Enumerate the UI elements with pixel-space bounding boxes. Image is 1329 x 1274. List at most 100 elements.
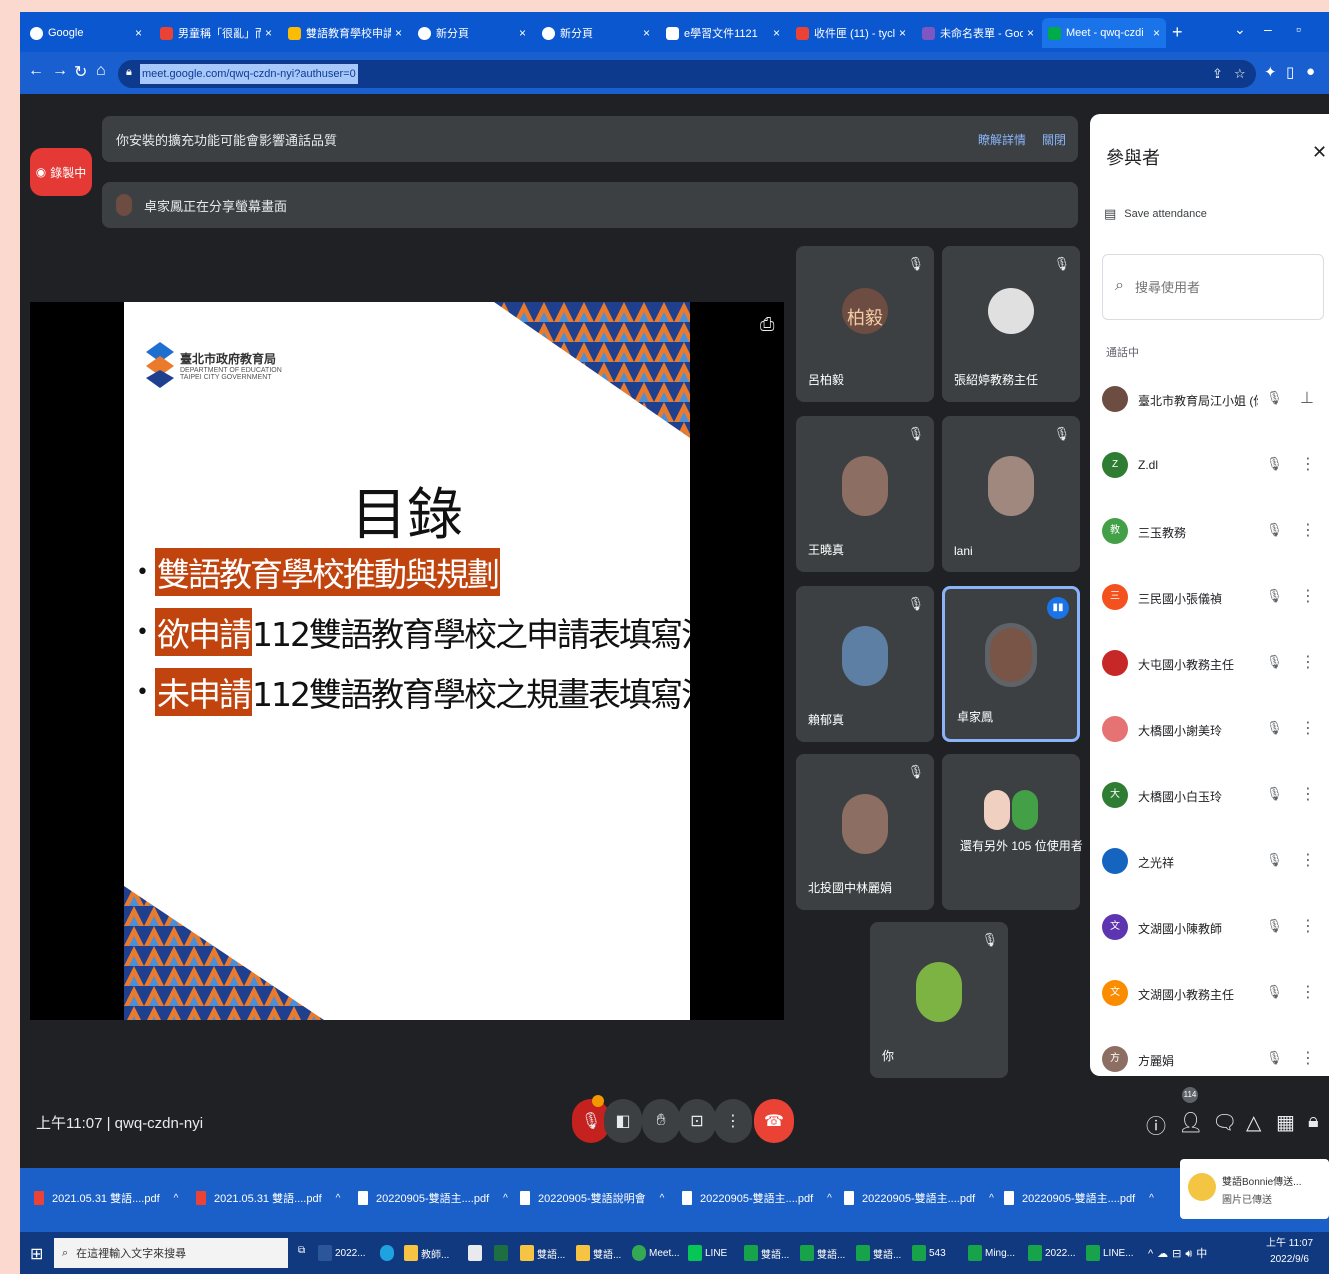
info-icon[interactable]: ⓘ xyxy=(1146,1110,1166,1139)
taskbar-app-b[interactable]: 雙語... xyxy=(800,1245,845,1261)
share-icon[interactable]: ⇪ xyxy=(1212,66,1223,82)
participant-row[interactable]: 大大橋國小白玉玲 🎙︎ ⋮ xyxy=(1090,762,1329,828)
back-icon[interactable]: ← xyxy=(28,62,44,80)
chevron-up-icon[interactable]: ^ xyxy=(174,1193,179,1204)
participant-row[interactable]: Z Z.dl 🎙︎ ⋮ xyxy=(1090,432,1329,498)
self-tile[interactable]: 🎙︎ 你 xyxy=(870,922,1008,1078)
participant-row[interactable]: 方方麗娟 🎙︎ ⋮ xyxy=(1090,1026,1329,1076)
more-vert-icon[interactable]: ⋮ xyxy=(1300,784,1316,804)
more-vert-icon[interactable]: ⋮ xyxy=(1300,850,1316,870)
sidebar-icon[interactable]: ▯ xyxy=(1286,63,1294,81)
new-tab-icon[interactable]: + xyxy=(1172,22,1183,43)
lock-icon[interactable]: 🔒︎ xyxy=(126,66,132,79)
present-button[interactable]: ⊡ xyxy=(678,1099,716,1143)
more-vert-icon[interactable]: ⋮ xyxy=(1300,586,1316,606)
tab-newtab-2[interactable]: 新分頁 × xyxy=(536,18,656,48)
more-options-button[interactable]: ⋮ xyxy=(714,1099,752,1143)
download-item[interactable]: 20220905-雙語主....pdf ^ xyxy=(682,1190,832,1206)
mic-off-icon[interactable]: 🎙︎ xyxy=(1266,984,1283,1000)
close-icon[interactable]: × xyxy=(643,26,650,40)
chat-icon[interactable]: 🗨︎ xyxy=(1212,1110,1237,1135)
chevron-up-icon[interactable]: ^ xyxy=(989,1193,994,1204)
chevron-up-icon[interactable]: ^ xyxy=(1149,1193,1154,1204)
mic-off-icon[interactable]: 🎙︎ xyxy=(1266,588,1283,604)
maximize-icon[interactable]: ▫ xyxy=(1296,21,1301,37)
tab-newtab-1[interactable]: 新分頁 × xyxy=(412,18,532,48)
people-icon[interactable]: 👤︎ xyxy=(1178,1110,1203,1135)
close-icon[interactable]: × xyxy=(773,26,780,40)
more-vert-icon[interactable]: ⋮ xyxy=(1300,454,1316,474)
mic-off-icon[interactable]: 🎙︎ xyxy=(1266,918,1283,934)
profile-avatar[interactable]: ● xyxy=(1306,63,1315,80)
taskbar-app-folder1[interactable]: 雙語... xyxy=(520,1245,565,1261)
taskbar-app-g[interactable]: LINE... xyxy=(1086,1245,1134,1261)
more-vert-icon[interactable]: ⋮ xyxy=(1300,982,1316,1002)
taskbar-app-edge[interactable] xyxy=(380,1245,397,1261)
raise-hand-button[interactable]: ✋︎ xyxy=(642,1099,680,1143)
more-vert-icon[interactable]: ⋮ xyxy=(1300,1048,1316,1068)
participant-row[interactable]: 臺北市教育局江小姐 (你) 🎙︎ ⊥ xyxy=(1090,366,1329,432)
more-vert-icon[interactable]: ⋮ xyxy=(1300,718,1316,738)
search-people-input[interactable] xyxy=(1135,275,1305,299)
participant-row[interactable]: 大屯國小教務主任 🎙︎ ⋮ xyxy=(1090,630,1329,696)
participant-tile[interactable]: 🎙︎ 王曉真 xyxy=(796,416,934,572)
participant-tile[interactable]: 🎙︎ 北投國中林麗娟 xyxy=(796,754,934,910)
more-vert-icon[interactable]: ⋮ xyxy=(1300,520,1316,540)
minimize-icon[interactable]: – xyxy=(1264,21,1272,37)
tab-form[interactable]: 雙語教育學校申請表... × xyxy=(282,18,408,48)
dismiss-link[interactable]: 關閉 xyxy=(1042,131,1066,148)
recording-indicator[interactable]: ◉ 錄製中 xyxy=(30,148,92,196)
taskbar-app-chrome-meet[interactable]: Meet... xyxy=(632,1245,680,1261)
download-item[interactable]: 20220905-雙語說明會 ^ xyxy=(520,1190,664,1206)
mic-off-icon[interactable]: 🎙︎ xyxy=(1266,654,1283,670)
chevron-up-icon[interactable]: ^ xyxy=(336,1193,341,1204)
system-tray[interactable]: ^☁⊟🔊︎中 xyxy=(1148,1245,1211,1261)
close-icon[interactable]: × xyxy=(1027,26,1034,40)
taskbar-app-store[interactable] xyxy=(468,1245,485,1261)
taskbar-search[interactable]: ⌕ 在這裡輸入文字來搜尋 xyxy=(54,1238,288,1268)
mic-off-icon[interactable]: 🎙︎ xyxy=(1266,456,1283,472)
tab-elearning[interactable]: e學習文件1121 × xyxy=(660,18,786,48)
pin-icon[interactable]: ⊥ xyxy=(1300,388,1314,408)
line-notification-popup[interactable]: 雙語Bonnie傳送... 圖片已傳送 xyxy=(1180,1159,1329,1219)
windows-start-icon[interactable]: ⊞ xyxy=(30,1244,43,1264)
tab-inbox[interactable]: 收件匣 (11) - tyclibr × xyxy=(790,18,912,48)
more-participants-tile[interactable]: 還有另外 105 位使用者 xyxy=(942,754,1083,910)
participant-row[interactable]: 大橋國小謝美玲 🎙︎ ⋮ xyxy=(1090,696,1329,762)
download-item[interactable]: 2021.05.31 雙語....pdf ^ xyxy=(196,1190,340,1206)
chevron-up-icon[interactable]: ^ xyxy=(503,1193,508,1204)
taskbar-app-e[interactable]: Ming... xyxy=(968,1245,1015,1261)
more-vert-icon[interactable]: ⋮ xyxy=(1300,916,1316,936)
participant-row[interactable]: 文文湖國小教務主任 🎙︎ ⋮ xyxy=(1090,960,1329,1026)
more-vert-icon[interactable]: ⋮ xyxy=(1300,652,1316,672)
taskbar-app-c[interactable]: 雙語... xyxy=(856,1245,901,1261)
close-icon[interactable]: × xyxy=(265,26,272,40)
participant-row[interactable]: 文文湖國小陳教師 🎙︎ ⋮ xyxy=(1090,894,1329,960)
forward-icon[interactable]: → xyxy=(52,62,68,80)
participant-tile[interactable]: 🎙︎ 張紹婷教務主任 xyxy=(942,246,1080,402)
taskbar-app-word[interactable]: 2022... xyxy=(318,1245,366,1261)
participant-row[interactable]: 之光祥 🎙︎ ⋮ xyxy=(1090,828,1329,894)
presentation-area[interactable]: 臺北市政府教育局 DEPARTMENT OF EDUCATION TAIPEI … xyxy=(30,302,784,1020)
tab-google[interactable]: Google × xyxy=(24,18,148,48)
extension-pin-icon[interactable]: ✦ xyxy=(1264,63,1277,81)
participant-row[interactable]: 三三民國小張儀禎 🎙︎ ⋮ xyxy=(1090,564,1329,630)
omnibox[interactable]: 🔒︎ meet.google.com/qwq-czdn-nyi?authuser… xyxy=(118,60,1256,88)
participant-tile[interactable]: 🎙︎ 賴郁真 xyxy=(796,586,934,742)
close-icon[interactable]: ✕ xyxy=(1312,142,1327,163)
close-icon[interactable]: × xyxy=(135,26,142,40)
close-icon[interactable]: × xyxy=(899,26,906,40)
participant-row[interactable]: 教三玉教務 🎙︎ ⋮ xyxy=(1090,498,1329,564)
save-attendance-button[interactable]: ▤ Save attendance xyxy=(1104,206,1207,222)
mic-off-icon[interactable]: 🎙︎ xyxy=(1266,720,1283,736)
learn-more-link[interactable]: 瞭解詳情 xyxy=(978,131,1026,148)
taskbar-app-files[interactable]: 教師... xyxy=(404,1245,449,1261)
tab-forms[interactable]: 未命名表單 - Google × xyxy=(916,18,1040,48)
bookmark-star-icon[interactable]: ☆ xyxy=(1234,66,1246,82)
url-text[interactable]: meet.google.com/qwq-czdn-nyi?authuser=0 xyxy=(140,64,358,84)
taskbar-app-excel[interactable] xyxy=(494,1245,511,1261)
tab-search-icon[interactable]: ⌄ xyxy=(1234,21,1246,38)
taskbar-app-line[interactable]: LINE xyxy=(688,1245,727,1261)
task-view-icon[interactable]: ⧉ xyxy=(298,1245,305,1256)
tab-news[interactable]: 男童稱「很亂」而... × xyxy=(154,18,278,48)
